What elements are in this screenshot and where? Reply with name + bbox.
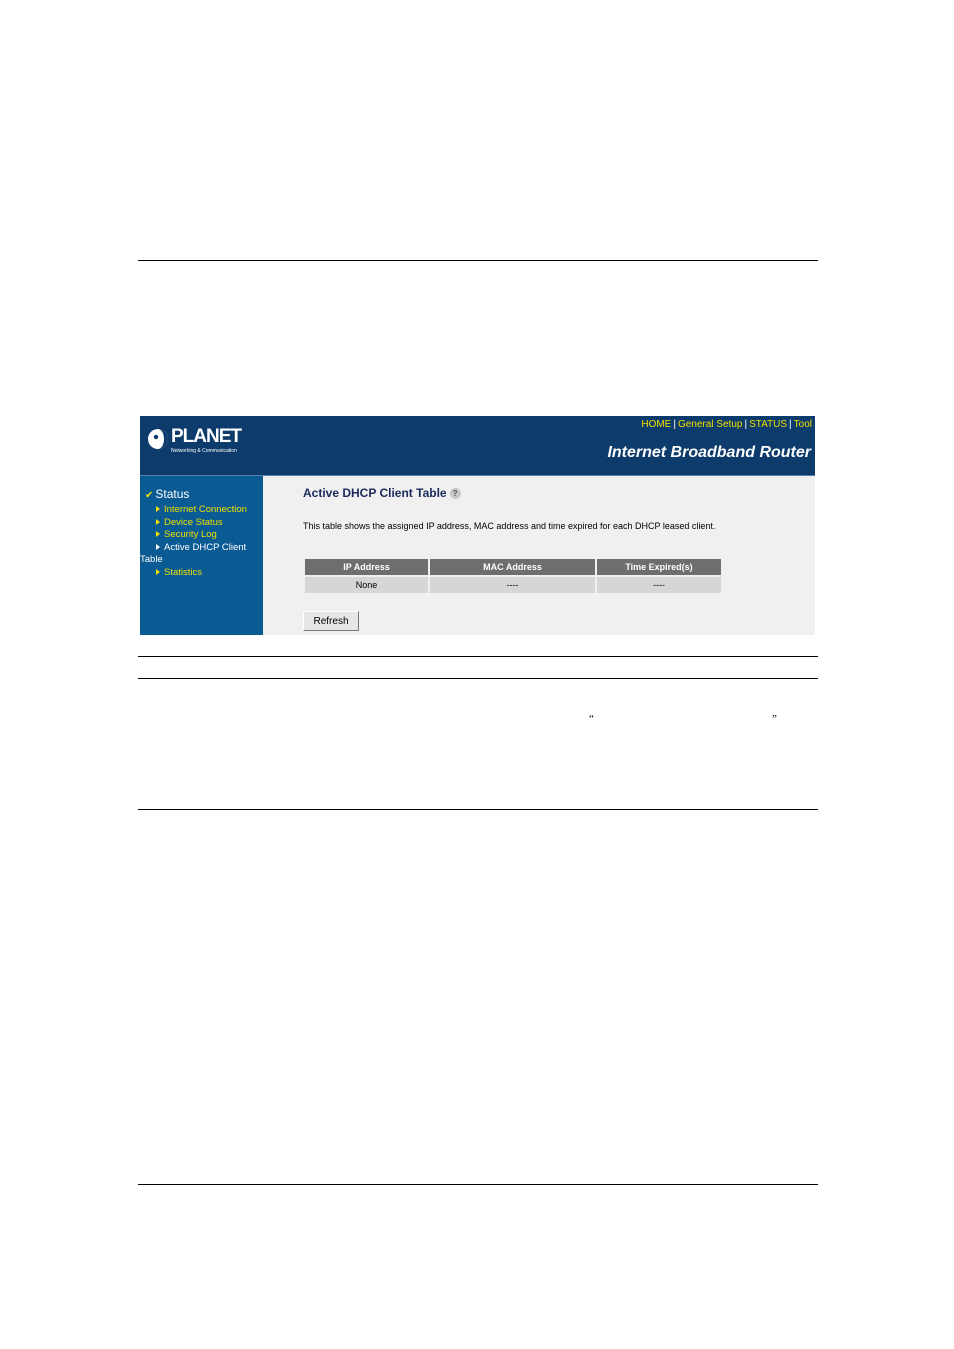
column-header-time-expired: Time Expired(s): [597, 559, 721, 575]
cell-ip-address: None: [305, 575, 428, 593]
arrow-right-icon: [156, 518, 160, 525]
router-header: PLANET Networking & Communication HOME | G…: [140, 416, 815, 475]
open-quote-mark: “: [589, 713, 594, 725]
column-header-mac-address: MAC Address: [430, 559, 595, 575]
logo-text: PLANET: [171, 426, 242, 447]
sidebar-item-label: Device Status: [164, 516, 223, 528]
sidebar-item-device-status[interactable]: Device Status: [156, 517, 261, 530]
checkmark-icon: ✔: [145, 490, 154, 501]
nav-separator: |: [789, 419, 792, 430]
sidebar-item-label: Security Log: [164, 529, 217, 540]
planet-logo-icon: [148, 429, 168, 449]
planet-logo: PLANET Networking & Communication: [147, 426, 242, 462]
arrow-right-icon: [156, 568, 160, 575]
sidebar-section-status[interactable]: ✔ Status: [145, 487, 189, 501]
sidebar-item-label: Statistics: [164, 566, 203, 578]
cell-mac-address: ----: [430, 575, 595, 593]
sidebar-item-label: Internet Connection: [164, 504, 247, 515]
close-quote-mark: ”: [772, 713, 777, 725]
main-content: Active DHCP Client Table? This table sho…: [263, 476, 815, 635]
nav-separator: |: [673, 419, 676, 430]
column-header-ip-address: IP Address: [305, 559, 428, 575]
arrow-right-icon: [156, 506, 160, 513]
sidebar-item-internet-connection[interactable]: Internet Connection: [156, 504, 261, 517]
arrow-right-icon: [156, 531, 160, 538]
nav-status-link[interactable]: STATUS: [749, 419, 787, 430]
sidebar-item-label-continuation[interactable]: Table: [140, 554, 261, 567]
document-rule-footer: [138, 1184, 818, 1185]
document-rule-caption-top: [138, 656, 818, 657]
page-title: Active DHCP Client Table?: [303, 486, 461, 500]
document-rule-section-end: [138, 809, 818, 810]
logo-subtitle: Networking & Communication: [171, 448, 237, 454]
page-title-text: Active DHCP Client Table: [303, 486, 447, 500]
arrow-right-icon: [156, 543, 160, 550]
nav-home-link[interactable]: HOME: [641, 419, 671, 430]
sidebar: ✔ Status Internet Connection Device Statu…: [140, 476, 263, 635]
nav-tool-link[interactable]: Tool: [794, 419, 812, 430]
sidebar-item-active-dhcp-client-table[interactable]: Active DHCP Client: [156, 542, 261, 555]
sidebar-item-security-log[interactable]: Security Log: [156, 529, 261, 542]
document-rule-top: [138, 260, 818, 261]
table-header-row: IP Address MAC Address Time Expired(s): [305, 559, 721, 575]
product-title: Internet Broadband Router: [607, 444, 811, 461]
help-icon[interactable]: ?: [449, 488, 461, 500]
cell-time-expired: ----: [597, 575, 721, 593]
sidebar-item-statistics[interactable]: Statistics: [156, 567, 261, 580]
page-description: This table shows the assigned IP address…: [303, 521, 716, 531]
sidebar-item-label: Active DHCP Client: [164, 541, 247, 553]
document-rule-caption-bottom: [138, 678, 818, 679]
dhcp-client-table: IP Address MAC Address Time Expired(s) N…: [303, 559, 723, 593]
router-screenshot: PLANET Networking & Communication HOME | G…: [140, 416, 815, 635]
refresh-button[interactable]: Refresh: [303, 611, 359, 631]
table-row: None ---- ----: [305, 575, 721, 593]
sidebar-menu: Internet Connection Device Status Securi…: [140, 504, 261, 580]
top-navigation: HOME | General Setup | STATUS | Tool: [641, 419, 812, 430]
nav-general-setup-link[interactable]: General Setup: [678, 419, 743, 430]
sidebar-title: Status: [155, 487, 190, 501]
